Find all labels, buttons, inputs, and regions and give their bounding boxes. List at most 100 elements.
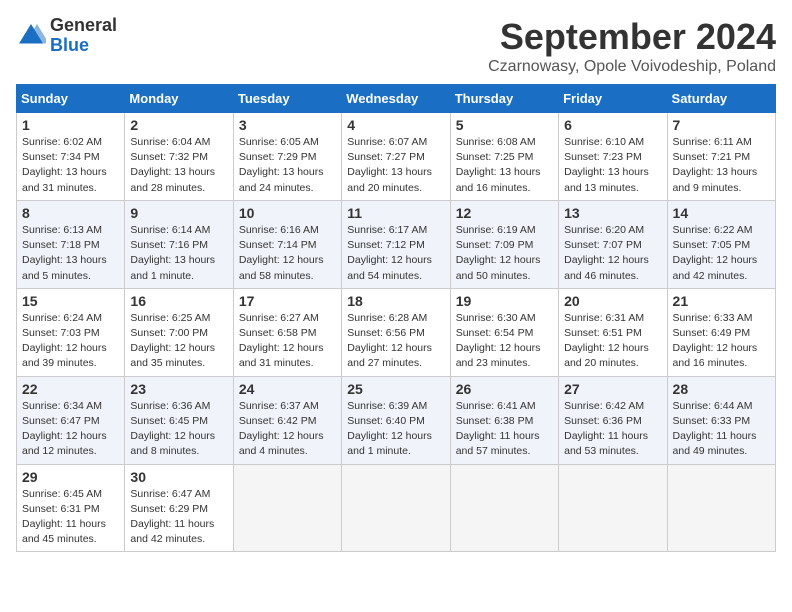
day-number: 21 — [673, 293, 770, 309]
calendar-table: SundayMondayTuesdayWednesdayThursdayFrid… — [16, 84, 776, 552]
day-info: Sunrise: 6:11 AMSunset: 7:21 PMDaylight:… — [673, 135, 770, 196]
weekday-header-tuesday: Tuesday — [233, 85, 341, 113]
day-number: 28 — [673, 381, 770, 397]
day-info: Sunrise: 6:47 AMSunset: 6:29 PMDaylight:… — [130, 487, 227, 548]
day-info: Sunrise: 6:41 AMSunset: 6:38 PMDaylight:… — [456, 399, 553, 460]
calendar-cell: 15 Sunrise: 6:24 AMSunset: 7:03 PMDayligh… — [17, 288, 125, 376]
day-info: Sunrise: 6:33 AMSunset: 6:49 PMDaylight:… — [673, 311, 770, 372]
day-info: Sunrise: 6:24 AMSunset: 7:03 PMDaylight:… — [22, 311, 119, 372]
day-number: 4 — [347, 117, 444, 133]
calendar-cell: 25 Sunrise: 6:39 AMSunset: 6:40 PMDayligh… — [342, 376, 450, 464]
logo-general: General — [50, 16, 117, 36]
day-info: Sunrise: 6:07 AMSunset: 7:27 PMDaylight:… — [347, 135, 444, 196]
day-number: 18 — [347, 293, 444, 309]
day-number: 6 — [564, 117, 661, 133]
day-number: 30 — [130, 469, 227, 485]
calendar-week-1: 1 Sunrise: 6:02 AMSunset: 7:34 PMDaylight… — [17, 113, 776, 201]
calendar-cell: 21 Sunrise: 6:33 AMSunset: 6:49 PMDayligh… — [667, 288, 775, 376]
day-number: 17 — [239, 293, 336, 309]
day-number: 15 — [22, 293, 119, 309]
calendar-cell: 8 Sunrise: 6:13 AMSunset: 7:18 PMDaylight… — [17, 200, 125, 288]
day-info: Sunrise: 6:02 AMSunset: 7:34 PMDaylight:… — [22, 135, 119, 196]
calendar-cell: 14Sunrise: 6:22 AMSunset: 7:05 PMDayligh… — [667, 200, 775, 288]
calendar-cell: 24Sunrise: 6:37 AMSunset: 6:42 PMDayligh… — [233, 376, 341, 464]
location-subtitle: Czarnowasy, Opole Voivodeship, Poland — [488, 58, 776, 76]
day-number: 27 — [564, 381, 661, 397]
calendar-cell: 11 Sunrise: 6:17 AMSunset: 7:12 PMDayligh… — [342, 200, 450, 288]
day-number: 8 — [22, 205, 119, 221]
day-number: 13 — [564, 205, 661, 221]
day-number: 19 — [456, 293, 553, 309]
calendar-cell: 18 Sunrise: 6:28 AMSunset: 6:56 PMDayligh… — [342, 288, 450, 376]
day-number: 26 — [456, 381, 553, 397]
day-info: Sunrise: 6:16 AMSunset: 7:14 PMDaylight:… — [239, 223, 336, 284]
day-info: Sunrise: 6:42 AMSunset: 6:36 PMDaylight:… — [564, 399, 661, 460]
calendar-cell: 22Sunrise: 6:34 AMSunset: 6:47 PMDayligh… — [17, 376, 125, 464]
logo-icon — [16, 21, 46, 51]
day-number: 12 — [456, 205, 553, 221]
day-info: Sunrise: 6:39 AMSunset: 6:40 PMDaylight:… — [347, 399, 444, 460]
day-number: 3 — [239, 117, 336, 133]
calendar-cell: 19 Sunrise: 6:30 AMSunset: 6:54 PMDayligh… — [450, 288, 558, 376]
calendar-cell: 26 Sunrise: 6:41 AMSunset: 6:38 PMDayligh… — [450, 376, 558, 464]
calendar-cell: 13 Sunrise: 6:20 AMSunset: 7:07 PMDayligh… — [559, 200, 667, 288]
calendar-cell: 12 Sunrise: 6:19 AMSunset: 7:09 PMDayligh… — [450, 200, 558, 288]
calendar-cell: 29Sunrise: 6:45 AMSunset: 6:31 PMDayligh… — [17, 464, 125, 552]
day-info: Sunrise: 6:22 AMSunset: 7:05 PMDaylight:… — [673, 223, 770, 284]
header: General Blue September 2024 Czarnowasy, … — [16, 16, 776, 76]
day-number: 25 — [347, 381, 444, 397]
calendar-cell: 10 Sunrise: 6:16 AMSunset: 7:14 PMDayligh… — [233, 200, 341, 288]
weekday-header-thursday: Thursday — [450, 85, 558, 113]
calendar-cell: 6 Sunrise: 6:10 AMSunset: 7:23 PMDaylight… — [559, 113, 667, 201]
calendar-cell — [342, 464, 450, 552]
logo-blue: Blue — [50, 36, 117, 56]
day-info: Sunrise: 6:28 AMSunset: 6:56 PMDaylight:… — [347, 311, 444, 372]
month-title: September 2024 — [488, 16, 776, 58]
day-number: 22 — [22, 381, 119, 397]
day-info: Sunrise: 6:08 AMSunset: 7:25 PMDaylight:… — [456, 135, 553, 196]
day-info: Sunrise: 6:19 AMSunset: 7:09 PMDaylight:… — [456, 223, 553, 284]
day-info: Sunrise: 6:10 AMSunset: 7:23 PMDaylight:… — [564, 135, 661, 196]
day-info: Sunrise: 6:30 AMSunset: 6:54 PMDaylight:… — [456, 311, 553, 372]
calendar-cell: 7 Sunrise: 6:11 AMSunset: 7:21 PMDaylight… — [667, 113, 775, 201]
logo: General Blue — [16, 16, 117, 56]
calendar-cell: 2 Sunrise: 6:04 AMSunset: 7:32 PMDaylight… — [125, 113, 233, 201]
weekday-header-friday: Friday — [559, 85, 667, 113]
calendar-week-3: 15 Sunrise: 6:24 AMSunset: 7:03 PMDayligh… — [17, 288, 776, 376]
calendar-cell: 1 Sunrise: 6:02 AMSunset: 7:34 PMDaylight… — [17, 113, 125, 201]
day-number: 2 — [130, 117, 227, 133]
calendar-week-4: 22Sunrise: 6:34 AMSunset: 6:47 PMDayligh… — [17, 376, 776, 464]
day-number: 16 — [130, 293, 227, 309]
calendar-week-2: 8 Sunrise: 6:13 AMSunset: 7:18 PMDaylight… — [17, 200, 776, 288]
calendar-cell — [559, 464, 667, 552]
day-number: 29 — [22, 469, 119, 485]
day-info: Sunrise: 6:05 AMSunset: 7:29 PMDaylight:… — [239, 135, 336, 196]
calendar-cell — [233, 464, 341, 552]
day-number: 23 — [130, 381, 227, 397]
day-info: Sunrise: 6:31 AMSunset: 6:51 PMDaylight:… — [564, 311, 661, 372]
weekday-header-monday: Monday — [125, 85, 233, 113]
day-number: 20 — [564, 293, 661, 309]
day-number: 11 — [347, 205, 444, 221]
day-info: Sunrise: 6:20 AMSunset: 7:07 PMDaylight:… — [564, 223, 661, 284]
day-info: Sunrise: 6:17 AMSunset: 7:12 PMDaylight:… — [347, 223, 444, 284]
weekday-header-wednesday: Wednesday — [342, 85, 450, 113]
day-number: 10 — [239, 205, 336, 221]
day-info: Sunrise: 6:13 AMSunset: 7:18 PMDaylight:… — [22, 223, 119, 284]
weekday-header-sunday: Sunday — [17, 85, 125, 113]
day-number: 24 — [239, 381, 336, 397]
calendar-cell: 27 Sunrise: 6:42 AMSunset: 6:36 PMDayligh… — [559, 376, 667, 464]
calendar-cell: 5 Sunrise: 6:08 AMSunset: 7:25 PMDaylight… — [450, 113, 558, 201]
day-number: 7 — [673, 117, 770, 133]
day-info: Sunrise: 6:25 AMSunset: 7:00 PMDaylight:… — [130, 311, 227, 372]
calendar-cell: 30 Sunrise: 6:47 AMSunset: 6:29 PMDayligh… — [125, 464, 233, 552]
day-number: 5 — [456, 117, 553, 133]
day-info: Sunrise: 6:14 AMSunset: 7:16 PMDaylight:… — [130, 223, 227, 284]
title-area: September 2024 Czarnowasy, Opole Voivode… — [488, 16, 776, 76]
day-number: 1 — [22, 117, 119, 133]
day-info: Sunrise: 6:44 AMSunset: 6:33 PMDaylight:… — [673, 399, 770, 460]
calendar-cell: 28 Sunrise: 6:44 AMSunset: 6:33 PMDayligh… — [667, 376, 775, 464]
calendar-cell: 23Sunrise: 6:36 AMSunset: 6:45 PMDayligh… — [125, 376, 233, 464]
day-info: Sunrise: 6:04 AMSunset: 7:32 PMDaylight:… — [130, 135, 227, 196]
calendar-cell: 3 Sunrise: 6:05 AMSunset: 7:29 PMDaylight… — [233, 113, 341, 201]
